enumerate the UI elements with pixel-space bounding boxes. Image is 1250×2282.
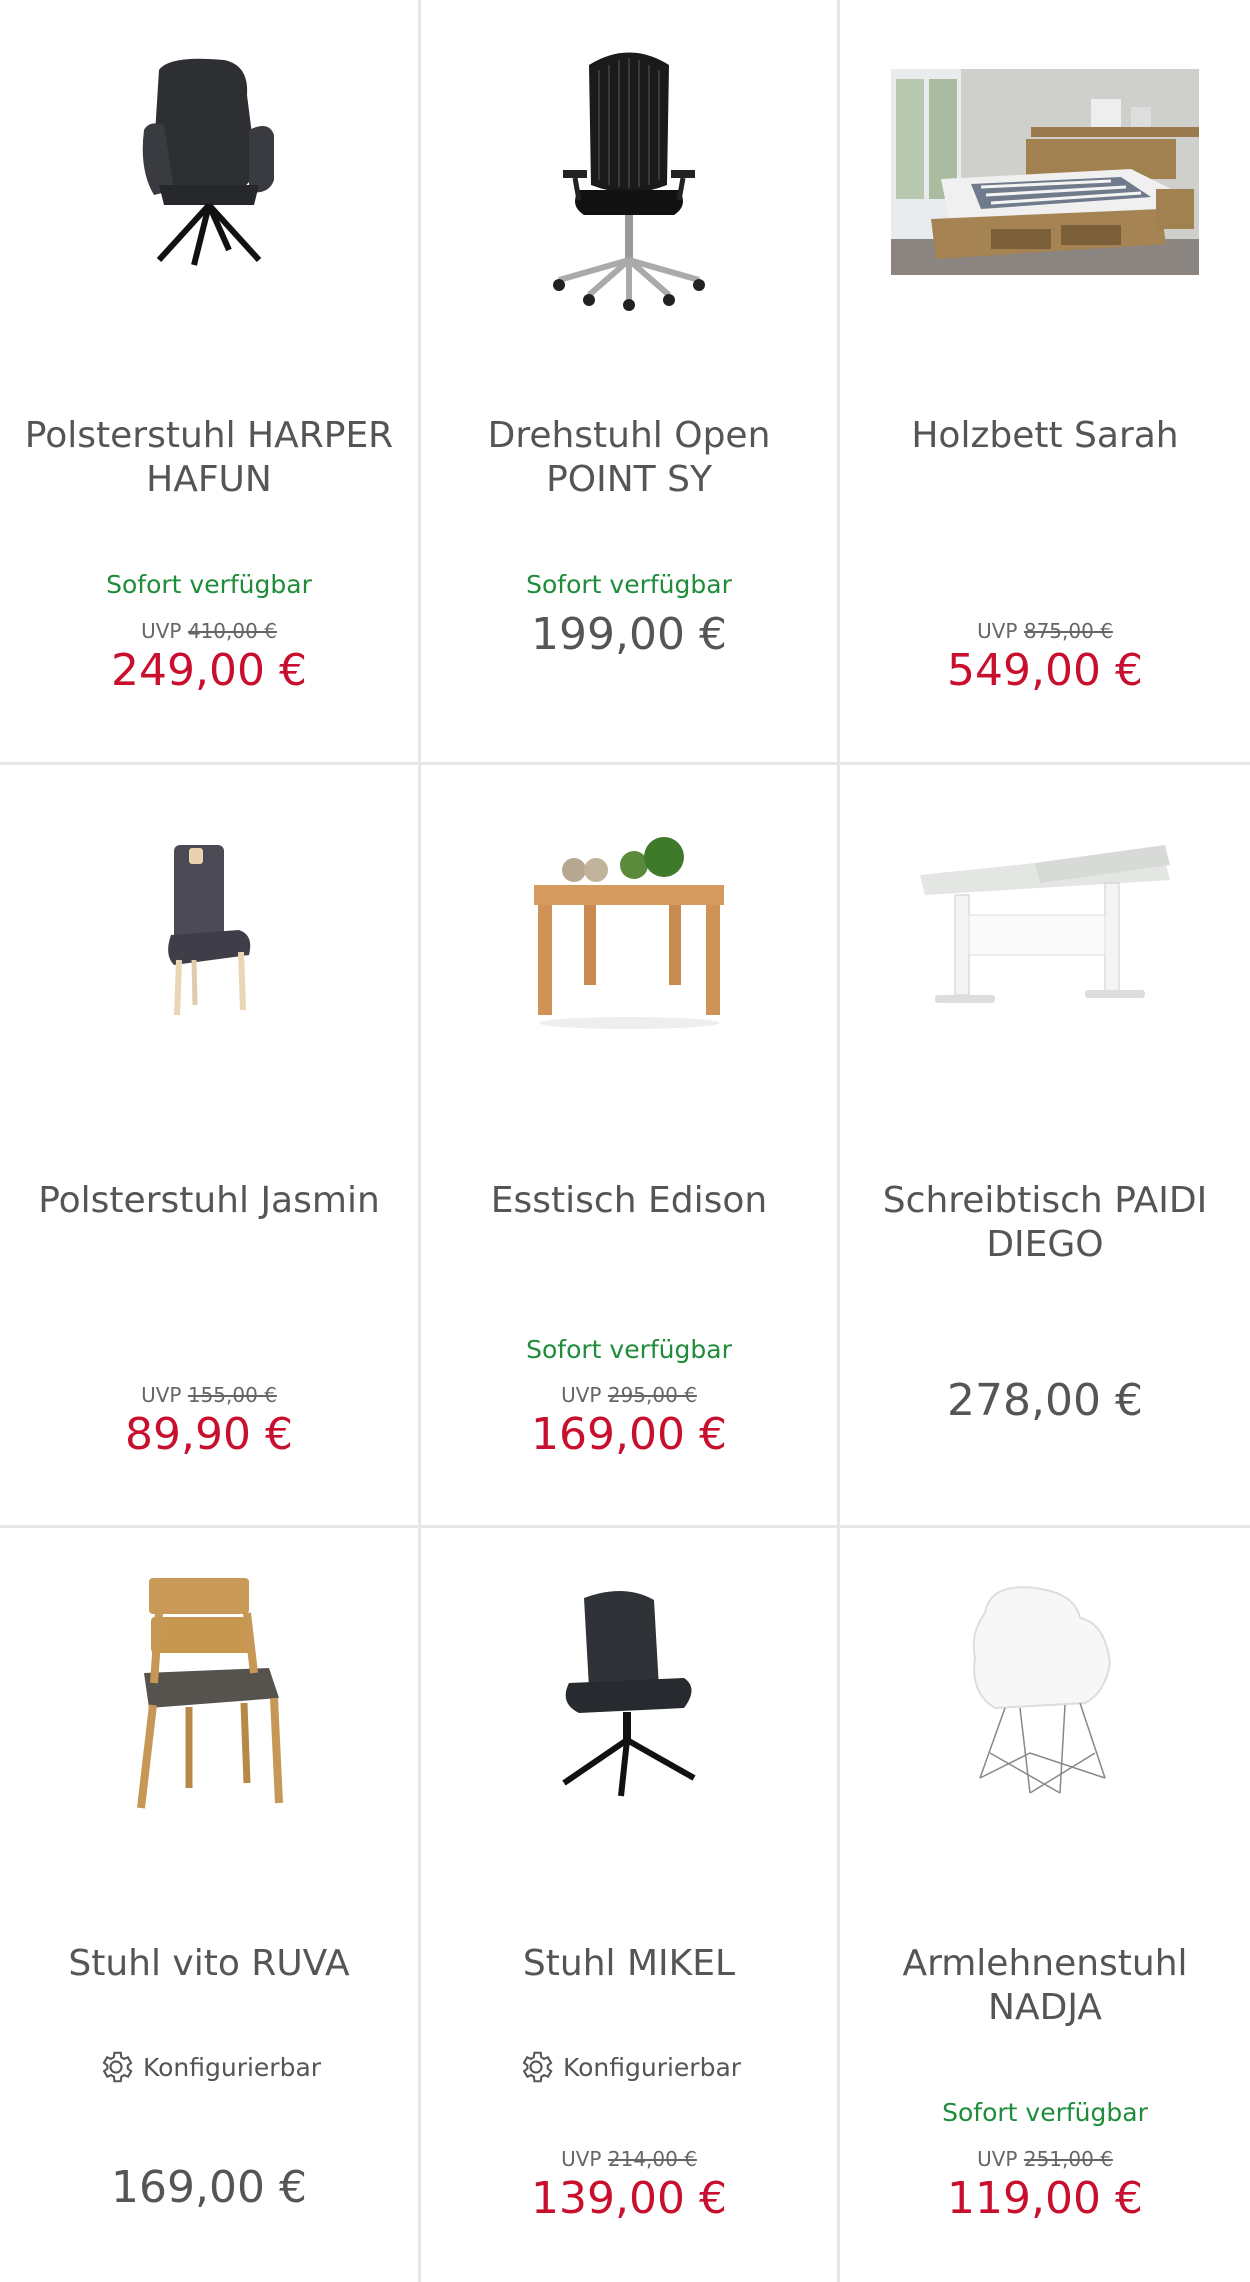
product-name[interactable]: Drehstuhl Open POINT SY bbox=[441, 414, 817, 502]
product-image[interactable] bbox=[421, 40, 837, 320]
product-card[interactable]: Polsterstuhl HARPER HAFUN Sofort verfügb… bbox=[0, 0, 418, 762]
product-name[interactable]: Polsterstuhl Jasmin bbox=[20, 1179, 398, 1223]
product-price: 139,00 € bbox=[531, 2173, 727, 2224]
wooden-bed-photo-icon bbox=[891, 69, 1199, 275]
desk-icon bbox=[920, 845, 1170, 1003]
product-name[interactable]: Esstisch Edison bbox=[441, 1179, 817, 1223]
uvp-price: UVP 295,00 € bbox=[561, 1383, 697, 1407]
configurable-label: Konfigurierbar bbox=[142, 2052, 322, 2082]
product-card[interactable]: Stuhl MIKEL Konfigurierbar UVP 214,00 € … bbox=[421, 1528, 837, 2282]
product-name[interactable]: Armlehnenstuhl NADJA bbox=[860, 1942, 1230, 2030]
availability-status: Sofort verfügbar bbox=[526, 1335, 732, 1364]
column-divider bbox=[418, 0, 421, 2282]
product-card[interactable]: Armlehnenstuhl NADJA Sofort verfügbar UV… bbox=[840, 1528, 1250, 2282]
uvp-price: UVP 875,00 € bbox=[977, 619, 1113, 643]
row-divider bbox=[0, 762, 1250, 765]
wooden-chair-icon bbox=[137, 1578, 283, 1809]
product-price: 199,00 € bbox=[531, 609, 727, 660]
product-name[interactable]: Stuhl vito RUVA bbox=[20, 1942, 398, 1986]
product-grid: Polsterstuhl HARPER HAFUN Sofort verfügb… bbox=[0, 0, 1250, 2282]
product-image[interactable] bbox=[840, 1568, 1250, 1818]
product-price: 249,00 € bbox=[111, 645, 307, 696]
availability-status: Sofort verfügbar bbox=[106, 570, 312, 599]
product-name[interactable]: Holzbett Sarah bbox=[860, 414, 1230, 458]
product-image[interactable] bbox=[0, 805, 418, 1055]
uvp-price: UVP 155,00 € bbox=[141, 1383, 277, 1407]
product-price: 169,00 € bbox=[111, 2162, 307, 2213]
product-image[interactable] bbox=[840, 805, 1250, 1055]
availability-status: Sofort verfügbar bbox=[942, 2098, 1148, 2127]
product-price: 278,00 € bbox=[947, 1375, 1143, 1426]
configurable-label: Konfigurierbar bbox=[562, 2052, 742, 2082]
row-divider bbox=[0, 1525, 1250, 1528]
white-shell-chair-icon bbox=[972, 1586, 1112, 1794]
column-divider bbox=[837, 0, 840, 2282]
product-name[interactable]: Stuhl MIKEL bbox=[441, 1942, 817, 1986]
product-name[interactable]: Schreibtisch PAIDI DIEGO bbox=[860, 1179, 1230, 1267]
office-chair-icon bbox=[553, 52, 705, 311]
product-card[interactable]: Polsterstuhl Jasmin UVP 155,00 € 89,90 € bbox=[0, 765, 418, 1525]
product-price: 119,00 € bbox=[947, 2173, 1143, 2224]
product-price: 549,00 € bbox=[947, 645, 1143, 696]
configurable-badge: Konfigurierbar bbox=[0, 2048, 418, 2086]
gear-icon bbox=[522, 2051, 553, 2083]
upholstered-swivel-chair-icon bbox=[142, 58, 274, 266]
upholstered-chair-icon bbox=[168, 845, 251, 1016]
product-card[interactable]: Esstisch Edison Sofort verfügbar UVP 295… bbox=[421, 765, 837, 1525]
product-price: 169,00 € bbox=[531, 1409, 727, 1460]
product-image[interactable] bbox=[0, 1568, 418, 1818]
product-card[interactable]: Holzbett Sarah UVP 875,00 € 549,00 € bbox=[840, 0, 1250, 762]
gear-icon bbox=[102, 2051, 133, 2083]
product-image[interactable] bbox=[840, 68, 1250, 276]
product-price: 89,90 € bbox=[125, 1409, 293, 1460]
configurable-badge: Konfigurierbar bbox=[421, 2048, 837, 2086]
product-image[interactable] bbox=[421, 1568, 837, 1818]
product-image[interactable] bbox=[0, 40, 418, 280]
swivel-chair-icon bbox=[562, 1590, 696, 1797]
uvp-price: UVP 410,00 € bbox=[141, 619, 277, 643]
availability-status: Sofort verfügbar bbox=[526, 570, 732, 599]
uvp-price: UVP 214,00 € bbox=[561, 2147, 697, 2171]
product-name[interactable]: Polsterstuhl HARPER HAFUN bbox=[20, 414, 398, 502]
dining-table-icon bbox=[534, 837, 724, 1029]
product-card[interactable]: Stuhl vito RUVA Konfigurierbar 169,00 € bbox=[0, 1528, 418, 2282]
product-card[interactable]: Drehstuhl Open POINT SY Sofort verfügbar… bbox=[421, 0, 837, 762]
product-image[interactable] bbox=[421, 805, 837, 1055]
uvp-price: UVP 251,00 € bbox=[977, 2147, 1113, 2171]
product-card[interactable]: Schreibtisch PAIDI DIEGO 278,00 € bbox=[840, 765, 1250, 1525]
